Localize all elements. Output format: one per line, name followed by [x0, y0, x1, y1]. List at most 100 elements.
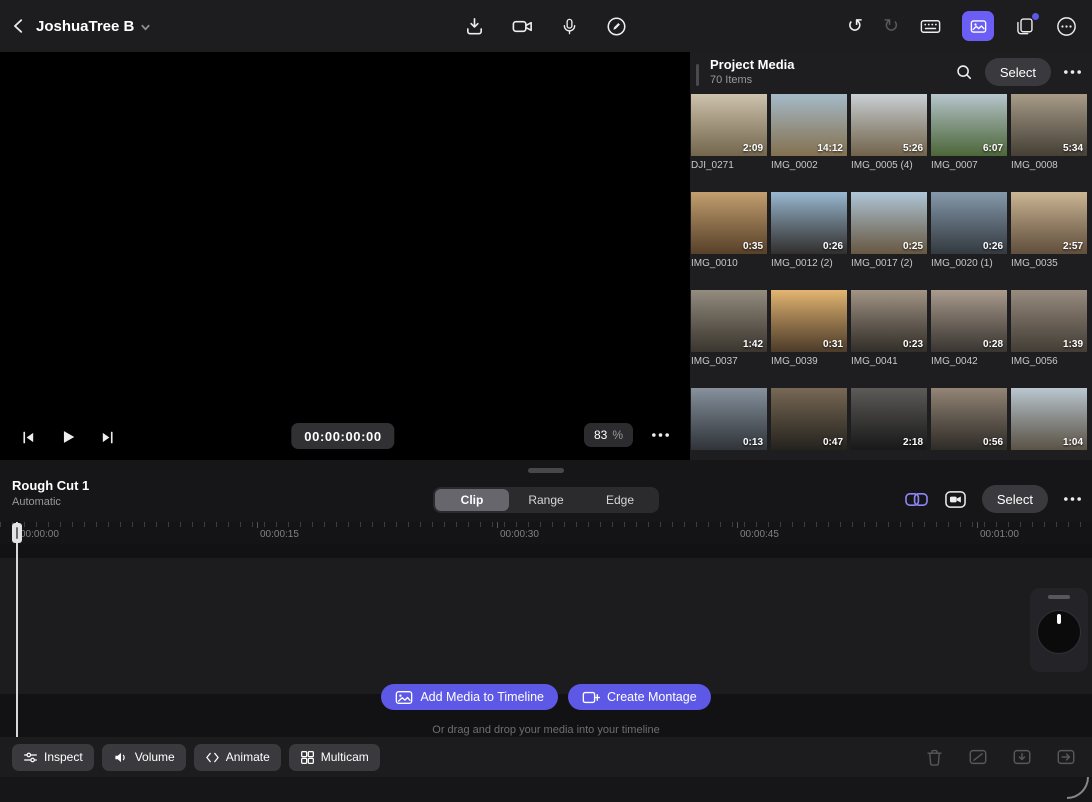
media-item[interactable]: 6:07IMG_0007	[931, 94, 1007, 192]
skip-to-start-button[interactable]	[20, 429, 37, 446]
media-item-name: IMG_0010	[691, 258, 767, 269]
media-thumbnail[interactable]: 1:39	[1011, 290, 1087, 352]
project-title-menu[interactable]: JoshuaTree B	[36, 18, 151, 35]
undo-button[interactable]: ↺	[847, 17, 863, 36]
media-thumbnail[interactable]: 1:42	[691, 290, 767, 352]
media-item[interactable]: 0:13	[691, 388, 767, 460]
media-item[interactable]: 14:12IMG_0002	[771, 94, 847, 192]
media-item[interactable]: 0:31IMG_0039	[771, 290, 847, 388]
inspect-button[interactable]: Inspect	[12, 744, 94, 771]
timeline-track-area[interactable]: Add Media to Timeline Create Montage Or …	[0, 544, 1092, 737]
jog-panel-grip[interactable]	[1048, 595, 1070, 599]
record-video-button[interactable]	[511, 15, 534, 38]
skip-to-end-button[interactable]	[99, 429, 116, 446]
create-montage-button[interactable]: Create Montage	[568, 684, 711, 710]
media-item[interactable]: 0:56	[931, 388, 1007, 460]
media-item[interactable]: 2:09DJI_0271	[691, 94, 767, 192]
speaker-icon	[113, 750, 129, 765]
clipboard-button[interactable]	[1014, 16, 1035, 37]
media-item[interactable]: 0:26IMG_0020 (1)	[931, 192, 1007, 290]
overwrite-clip-button[interactable]	[1012, 747, 1032, 767]
photo-icon	[395, 690, 413, 705]
timeline-more-button[interactable]	[1063, 496, 1082, 502]
media-thumbnail[interactable]: 0:28	[931, 290, 1007, 352]
media-thumbnail[interactable]: 0:35	[691, 192, 767, 254]
camera-clip-button[interactable]	[944, 489, 967, 510]
timecode-display: 00:00:00:00	[291, 423, 394, 449]
jog-wheel-panel[interactable]	[1030, 588, 1088, 672]
media-thumbnail[interactable]: 5:26	[851, 94, 927, 156]
media-thumbnail[interactable]: 2:57	[1011, 192, 1087, 254]
jog-wheel[interactable]	[1037, 610, 1081, 654]
media-item[interactable]: 0:25IMG_0017 (2)	[851, 192, 927, 290]
media-item[interactable]: 1:39IMG_0056	[1011, 290, 1087, 388]
media-thumbnail[interactable]: 0:13	[691, 388, 767, 450]
blade-clip-button[interactable]	[968, 747, 988, 767]
volume-button[interactable]: Volume	[102, 744, 186, 771]
segment-range[interactable]: Range	[509, 489, 583, 511]
add-media-to-timeline-button[interactable]: Add Media to Timeline	[381, 684, 558, 710]
media-thumbnail[interactable]: 14:12	[771, 94, 847, 156]
viewer-zoom-control[interactable]: 83 %	[584, 423, 633, 447]
ruler-label: 00:01:00	[980, 529, 1019, 540]
chevron-left-icon	[10, 17, 28, 35]
multicam-button[interactable]: Multicam	[289, 744, 380, 771]
media-search-button[interactable]	[955, 63, 973, 81]
media-thumbnail[interactable]: 0:56	[931, 388, 1007, 450]
media-thumbnail[interactable]: 0:25	[851, 192, 927, 254]
more-options-button[interactable]	[1055, 15, 1078, 38]
media-thumbnail[interactable]: 2:18	[851, 388, 927, 450]
media-thumbnail[interactable]: 0:31	[771, 290, 847, 352]
project-media-panel: Project Media 70 Items Select 2:09DJI_02…	[690, 52, 1092, 460]
timeline-ruler[interactable]: 00:00:0000:00:1500:00:3000:00:4500:01:00	[0, 522, 1092, 544]
redo-icon: ↻	[883, 17, 899, 36]
delete-clip-button[interactable]	[925, 748, 944, 767]
import-button[interactable]	[464, 16, 485, 37]
timeline-select-button[interactable]: Select	[982, 485, 1048, 513]
media-select-button[interactable]: Select	[985, 58, 1051, 86]
media-item[interactable]: 0:47	[771, 388, 847, 460]
playhead-handle[interactable]	[12, 523, 22, 543]
smart-tools-button[interactable]	[904, 489, 929, 510]
media-thumbnail[interactable]: 6:07	[931, 94, 1007, 156]
media-thumbnail[interactable]: 2:09	[691, 94, 767, 156]
media-item[interactable]: 2:18	[851, 388, 927, 460]
media-item[interactable]: 1:42IMG_0037	[691, 290, 767, 388]
media-more-button[interactable]	[1063, 69, 1082, 75]
media-thumbnail[interactable]: 1:04	[1011, 388, 1087, 450]
segment-edge[interactable]: Edge	[583, 489, 657, 511]
display-settings-icon	[919, 15, 942, 38]
segment-clip[interactable]: Clip	[435, 489, 509, 511]
timeline-resize-handle[interactable]	[528, 468, 564, 473]
media-item[interactable]: 5:34IMG_0008	[1011, 94, 1087, 192]
media-item[interactable]: 0:23IMG_0041	[851, 290, 927, 388]
video-canvas[interactable]	[52, 52, 662, 414]
ellipsis-circle-icon	[1055, 15, 1078, 38]
grid-icon	[300, 750, 315, 765]
pencil-tool-button[interactable]	[605, 15, 628, 38]
primary-storyline-lane[interactable]	[0, 558, 1092, 694]
media-item[interactable]: 0:28IMG_0042	[931, 290, 1007, 388]
media-thumbnail[interactable]: 0:47	[771, 388, 847, 450]
append-clip-button[interactable]	[1056, 747, 1076, 767]
media-browser-toggle[interactable]	[962, 11, 994, 41]
ruler-label: 00:00:15	[260, 529, 299, 540]
media-thumbnail[interactable]: 0:26	[771, 192, 847, 254]
media-item[interactable]: 0:35 IMG_0010	[691, 192, 767, 290]
viewer-more-button[interactable]	[651, 432, 670, 438]
media-item[interactable]: 5:26IMG_0005 (4)	[851, 94, 927, 192]
back-button[interactable]	[10, 17, 28, 35]
record-audio-button[interactable]	[560, 17, 579, 36]
display-settings-button[interactable]	[919, 15, 942, 38]
append-icon	[1056, 747, 1076, 767]
media-item[interactable]: 1:04	[1011, 388, 1087, 460]
animate-button[interactable]: Animate	[194, 744, 281, 771]
media-thumbnail[interactable]: 5:34	[1011, 94, 1087, 156]
redo-button[interactable]: ↻	[883, 17, 899, 36]
media-item[interactable]: 0:26IMG_0012 (2)	[771, 192, 847, 290]
media-thumbnail[interactable]: 0:26	[931, 192, 1007, 254]
media-item[interactable]: 2:57IMG_0035	[1011, 192, 1087, 290]
media-thumbnail[interactable]: 0:23	[851, 290, 927, 352]
play-button[interactable]	[59, 428, 77, 446]
playhead-line[interactable]	[16, 522, 18, 737]
